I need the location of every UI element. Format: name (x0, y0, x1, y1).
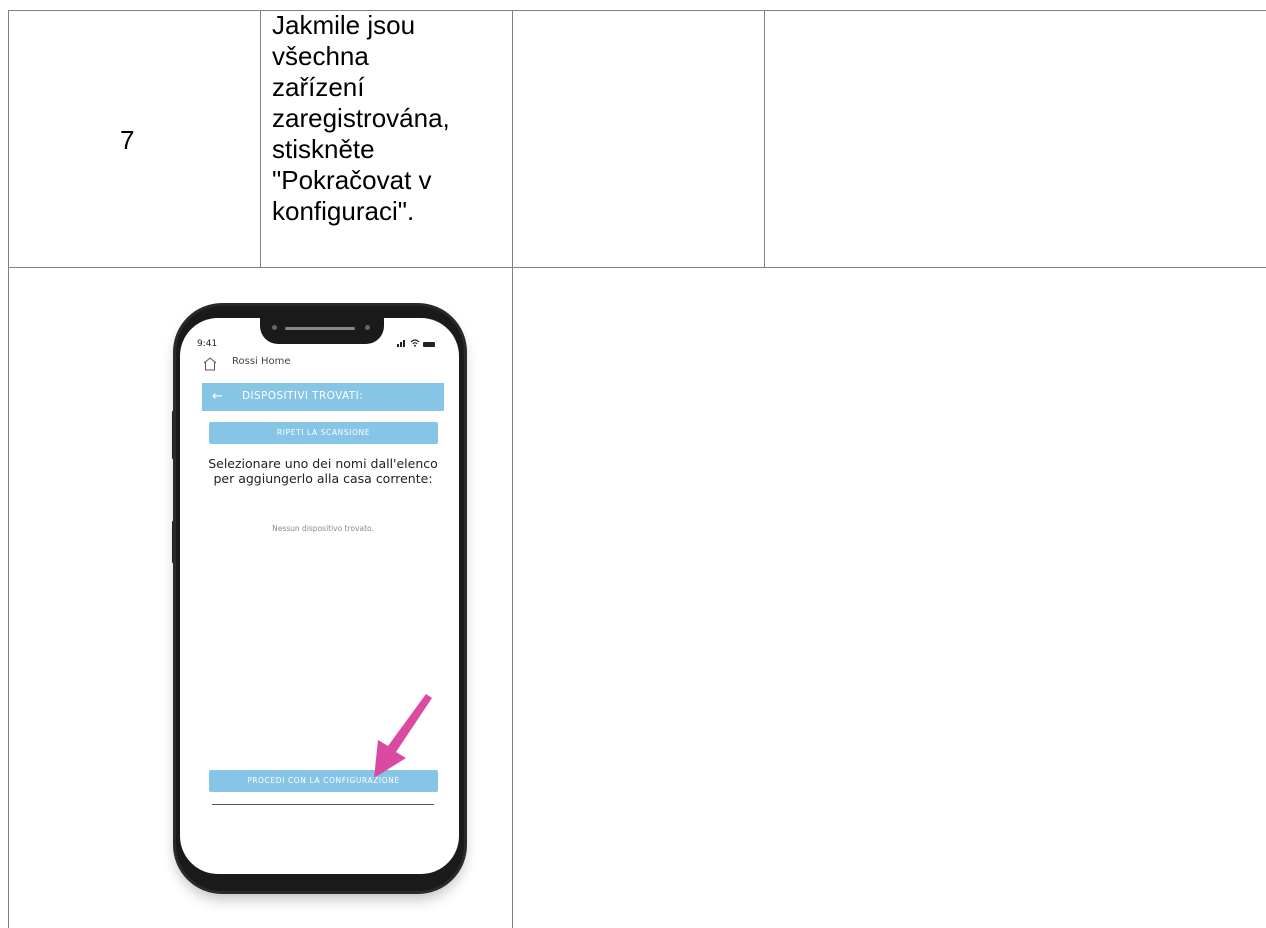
back-arrow-icon[interactable]: ← (212, 389, 223, 404)
home-icon[interactable] (202, 356, 218, 372)
status-time: 9:41 (197, 339, 218, 349)
front-camera-right (365, 325, 370, 330)
home-name: Rossi Home (232, 356, 291, 367)
header-title: DISPOSITIVI TROVATI: (242, 390, 364, 402)
select-device-message: Selezionare uno dei nomi dall'elenco per… (208, 456, 438, 486)
pointer-arrow-icon (374, 694, 432, 778)
battery-icon (423, 342, 435, 347)
phone-speaker (285, 327, 355, 330)
rescan-button[interactable]: RIPETI LA SCANSIONE (209, 422, 438, 444)
step-instruction: Jakmile jsou všechna zařízení zaregistro… (272, 10, 450, 226)
front-camera-left (272, 325, 277, 330)
wifi-icon (410, 339, 420, 350)
no-device-message: Nessun dispositivo trovato. (272, 524, 374, 533)
table-row-divider (8, 267, 1266, 268)
table-col-divider-3 (764, 10, 765, 268)
signal-icon (397, 339, 407, 350)
table-col-divider-1 (260, 10, 261, 268)
table-border-top (8, 10, 1266, 11)
table-border-left (8, 10, 9, 928)
table-col-divider-2 (512, 10, 513, 928)
screen-divider (212, 804, 434, 805)
status-icons (397, 339, 435, 350)
step-number: 7 (120, 125, 135, 155)
